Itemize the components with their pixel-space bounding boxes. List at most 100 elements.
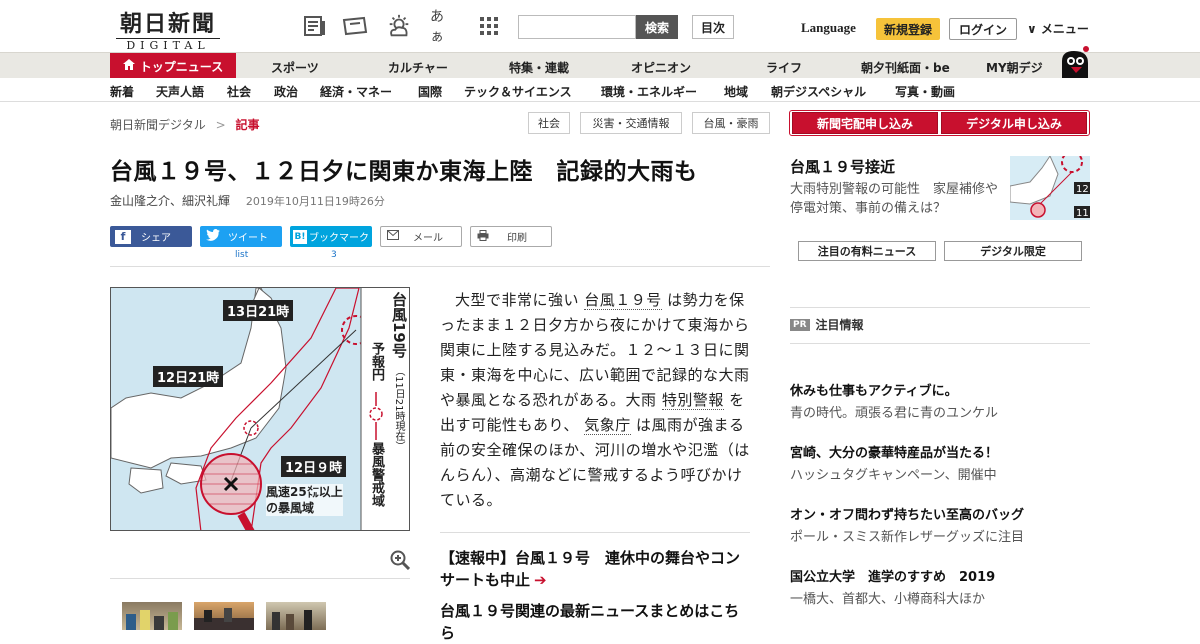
ad-item-4-sub[interactable]: 一橋大、首都大、小樽商科大ほか [790, 588, 985, 607]
newspaper-icon[interactable] [302, 14, 328, 38]
font-size-icon[interactable]: あぁ [430, 9, 456, 45]
digital-subscribe-button[interactable]: デジタル申し込み [941, 112, 1087, 134]
nav2-environment[interactable]: 環境・エネルギー [601, 83, 697, 100]
map-storm-zone-label: 暴風警戒域 [369, 442, 384, 507]
mail-icon [387, 230, 399, 243]
body-divider [440, 532, 750, 533]
typhoon-map-figure[interactable]: 13日21時 12日21時 12日９時 風速25㍍以上 の暴風域 台風19号 （… [110, 287, 410, 531]
twitter-list-link[interactable]: list [235, 250, 248, 260]
feature-title[interactable]: 台風１９号接近 [790, 156, 895, 177]
breadcrumb-home[interactable]: 朝日新聞デジタル [110, 118, 206, 132]
logo-sub: DIGITAL [116, 38, 220, 52]
register-button[interactable]: 新規登録 [876, 18, 940, 40]
thumbnail-2[interactable] [194, 602, 254, 630]
home-delivery-button[interactable]: 新聞宅配申し込み [792, 112, 938, 134]
facebook-icon: f [115, 229, 131, 244]
hatena-bookmark-button[interactable]: B! ブックマーク [290, 226, 372, 247]
feature-thumbnail[interactable]: 12 11 [1010, 156, 1090, 220]
article-byline: 金山隆之介、細沢礼輝 2019年10月11日19時26分 [110, 192, 385, 209]
weather-icon[interactable] [386, 14, 412, 38]
ad-item-3-sub[interactable]: ポール・スミス新作レザーグッズに注目 [790, 526, 1024, 545]
nav2-special[interactable]: 朝デジスペシャル [771, 83, 866, 100]
print-button[interactable]: 印刷 [470, 226, 552, 247]
ticket-icon[interactable] [342, 14, 368, 38]
facebook-share-button[interactable]: f シェア [110, 226, 192, 247]
article-authors: 金山隆之介、細沢礼輝 [110, 194, 231, 208]
nav-culture[interactable]: カルチャー [388, 59, 448, 76]
zoom-icon[interactable] [390, 550, 411, 574]
ad-item-3-title[interactable]: オン・オフ問わず持ちたい至高のバッグ [790, 504, 1024, 523]
hatena-count[interactable]: 3 [331, 250, 337, 260]
related-link-1[interactable]: 【速報中】台風１９号 連休中の舞台やコンサートも中止 ➔ [440, 547, 750, 591]
tab-paid-news[interactable]: 注目の有料ニュース [798, 241, 936, 261]
nav2-region[interactable]: 地域 [724, 83, 748, 100]
thumbnail-1[interactable] [122, 602, 182, 630]
pr-title-divider [790, 343, 1090, 344]
print-label: 印刷 [507, 233, 527, 244]
nav2-tensei[interactable]: 天声人語 [156, 83, 204, 100]
search-button[interactable]: 検索 [636, 15, 678, 39]
pr-header: PR 注目情報 [790, 316, 864, 333]
map-label-13th-21h: 13日21時 [223, 300, 294, 321]
nav-features[interactable]: 特集・連載 [509, 59, 569, 76]
article-datetime: 2019年10月11日19時26分 [245, 195, 385, 208]
nav2-photo[interactable]: 写真・動画 [895, 83, 955, 100]
map-side-title: 台風19号 [390, 292, 408, 358]
link-special-warning[interactable]: 特別警報 [661, 391, 724, 410]
nav2-economy[interactable]: 経済・マネー [320, 83, 392, 100]
feature-subtitle[interactable]: 大雨特別警報の可能性 家屋補修や停電対策、事前の備えは？ [790, 180, 1005, 218]
map-side-note: （11日21時現在） [393, 366, 404, 452]
nav-opinion[interactable]: オピニオン [631, 59, 691, 76]
menu-button[interactable]: ∨ メニュー [1027, 20, 1089, 37]
arrow-right-icon: ➔ [534, 571, 547, 589]
nav2-world[interactable]: 国際 [418, 83, 442, 100]
svg-text:12: 12 [1076, 184, 1089, 195]
map-label-12th-21h: 12日21時 [153, 366, 224, 387]
link-typhoon19[interactable]: 台風１９号 [584, 291, 662, 310]
tab-digital-only[interactable]: デジタル限定 [944, 241, 1082, 261]
search-input[interactable] [518, 15, 636, 39]
nav-paper[interactable]: 朝夕刊紙面・be [861, 59, 950, 76]
grid-menu-icon[interactable] [476, 14, 502, 38]
contents-button[interactable]: 目次 [692, 15, 734, 39]
ad-item-2-title[interactable]: 宮崎、大分の豪華特産品が当たる！ [790, 442, 998, 461]
article-body: 大型で非常に強い 台風１９号 は勢力を保ったまま１２日夕方から夜にかけて東海から… [440, 288, 750, 513]
nav2-tech[interactable]: テック＆サイエンス [464, 83, 572, 100]
thumbnail-3[interactable] [266, 602, 326, 630]
ad-item-1-title[interactable]: 休みも仕事もアクティブに。 [790, 380, 958, 399]
nav2-society[interactable]: 社会 [227, 83, 251, 100]
related-link-2[interactable]: 台風１９号関連の最新ニュースまとめはこちら [440, 600, 750, 644]
pr-title: 注目情報 [815, 318, 864, 332]
primary-nav: トップニュース スポーツ カルチャー 特集・連載 オピニオン ライフ 朝夕刊紙面… [0, 46, 1200, 79]
link-jma[interactable]: 気象庁 [584, 416, 631, 435]
mail-label: メール [413, 233, 443, 244]
ad-item-2-sub[interactable]: ハッシュタグキャンペーン、開催中 [790, 464, 997, 483]
facebook-label: シェア [141, 233, 171, 244]
nav2-new[interactable]: 新着 [110, 83, 134, 100]
nav2-politics[interactable]: 政治 [274, 83, 298, 100]
site-logo[interactable]: 朝日新聞 DIGITAL [110, 6, 226, 52]
article-title: 台風１９号、１２日夕に関東か東海上陸 記録的大雨も [110, 159, 698, 185]
tag-disaster[interactable]: 災害・交通情報 [580, 112, 682, 134]
nav-my[interactable]: MY朝デジ [986, 59, 1043, 76]
nav-sports[interactable]: スポーツ [271, 59, 319, 76]
tag-typhoon[interactable]: 台風・豪雨 [692, 112, 770, 134]
body-text-1: 大型で非常に強い [455, 291, 580, 309]
logo-main: 朝日新聞 [119, 11, 216, 37]
divider [110, 266, 770, 267]
map-wind-note-2: の暴風域 [266, 501, 315, 515]
ad-item-4-title[interactable]: 国公立大学 進学のすすめ 2019 [790, 566, 995, 585]
nav-top-news-label: トップニュース [139, 59, 224, 74]
ad-item-1-sub[interactable]: 青の時代。頑張る君に青のユンケル [790, 402, 998, 421]
twitter-tweet-button[interactable]: ツイート [200, 226, 282, 247]
nav-top-news[interactable]: トップニュース [110, 53, 236, 79]
tag-society[interactable]: 社会 [528, 112, 570, 134]
breadcrumb-sep: > [215, 118, 226, 132]
home-icon [122, 59, 135, 73]
login-button[interactable]: ログイン [949, 18, 1017, 40]
nav-life[interactable]: ライフ [766, 59, 802, 76]
language-link[interactable]: Language [801, 20, 856, 36]
pr-badge: PR [790, 318, 810, 331]
map-label-12th-9h: 12日９時 [281, 456, 347, 477]
mail-button[interactable]: メール [380, 226, 462, 247]
